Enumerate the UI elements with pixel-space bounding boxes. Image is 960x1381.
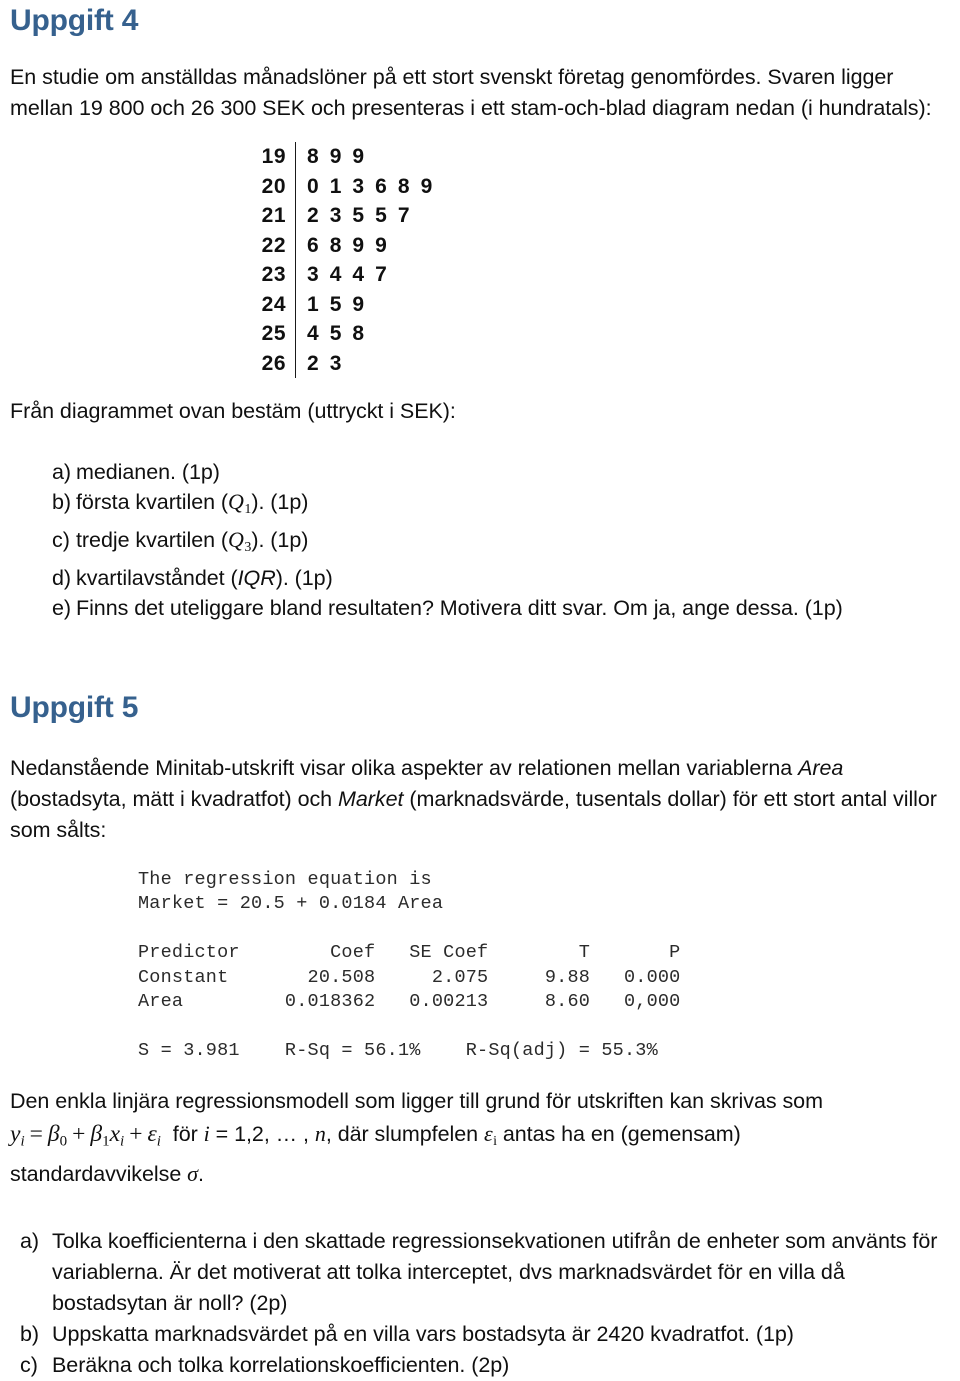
intro-part-1: Nedanstående Minitab-utskrift visar olik…: [10, 755, 799, 780]
question-marker: a): [52, 460, 72, 484]
leaf-values: 3 4 4 7: [307, 263, 390, 286]
task-4-question-list: a) medianen. (1p) b) första kvartilen (Q1).…: [10, 457, 948, 623]
leaf-values: 2 3: [307, 351, 344, 375]
stem-value: 23: [261, 263, 286, 286]
leaf-values: 0 1 3 6 8 9: [307, 174, 435, 198]
document-page: Uppgift 4 En studie om anställdas månads…: [0, 0, 960, 1378]
question-text: tredje kvartilen (Q3). (1p): [76, 526, 309, 555]
question-text: Tolka koefficienterna i den skattade reg…: [52, 1229, 938, 1316]
task-5-heading: Uppgift 5: [10, 690, 139, 724]
task-4-prompt: Från diagrammet ovan bestäm (uttryckt i …: [10, 399, 456, 423]
stem-leaf-row: 19 8 9 9: [10, 142, 948, 172]
question-item: c) tredje kvartilen (Q3). (1p): [10, 525, 948, 563]
task-5-question-list: a) Tolka koefficienterna i den skattade r…: [10, 1226, 948, 1381]
question-item: b) första kvartilen (Q1). (1p): [10, 487, 948, 525]
stem-leaf-row: 22 6 8 9 9: [10, 230, 948, 260]
question-marker: e): [52, 595, 72, 620]
question-text: Uppskatta marknadsvärdet på en villa var…: [52, 1322, 794, 1347]
stem-leaf-row: 20 0 1 3 6 8 9: [10, 171, 948, 201]
question-marker: c): [20, 1353, 38, 1378]
minitab-regression-output: The regression equation is Market = 20.5…: [138, 868, 681, 1062]
leaf-values: 2 3 5 5 7: [307, 204, 413, 227]
stem-leaf-row: 26 2 3: [10, 348, 948, 378]
question-item: c) Beräkna och tolka korrelationskoeffici…: [10, 1350, 948, 1381]
task-5-intro-paragraph: Nedanstående Minitab-utskrift visar olik…: [10, 753, 948, 846]
leaf-values: 6 8 9 9: [307, 233, 390, 257]
stem-value: 20: [261, 174, 286, 198]
regression-model-formula: yi = β0 + β1xi + εi: [10, 1120, 161, 1150]
variable-area-name: Area: [798, 755, 844, 780]
task-4-heading: Uppgift 4: [10, 4, 139, 37]
task-4-intro-paragraph: En studie om anställdas månadslöner på e…: [10, 65, 932, 120]
model-description-lead: Den enkla linjära regressionsmodell som …: [10, 1088, 823, 1113]
sigma-symbol: σ: [187, 1161, 198, 1187]
question-item: d) kvartilavståndet (IQR). (1p): [10, 563, 948, 593]
stem-value: 21: [261, 204, 286, 227]
question-text: kvartilavståndet (IQR). (1p): [76, 565, 333, 590]
intro-part-2: (bostadsyta, mätt i kvadratfot) och: [10, 786, 339, 811]
stem-value: 26: [261, 351, 286, 375]
stem-leaf-row: 23 3 4 4 7: [10, 260, 948, 290]
question-text: Beräkna och tolka korrelationskoefficien…: [52, 1353, 510, 1378]
question-marker: d): [52, 565, 72, 590]
question-marker: b): [52, 490, 72, 514]
question-text: första kvartilen (Q1). (1p): [76, 489, 309, 517]
leaf-values: 4 5 8: [307, 322, 367, 345]
stem-leaf-row: 25 4 5 8: [10, 319, 948, 349]
stem-value: 25: [261, 322, 286, 345]
stem-value: 22: [261, 233, 286, 257]
model-description-tail: standardavvikelse σ.: [10, 1161, 204, 1187]
question-item: a) medianen. (1p): [10, 457, 948, 487]
question-item: b) Uppskatta marknadsvärdet på en villa v…: [10, 1319, 948, 1350]
question-marker: c): [52, 527, 70, 552]
stem-leaf-row: 21 2 3 5 5 7: [10, 201, 948, 231]
question-item: a) Tolka koefficienterna i den skattade r…: [10, 1226, 948, 1319]
stem-value: 24: [261, 292, 286, 316]
question-text: medianen. (1p): [76, 460, 220, 484]
leaf-values: 1 5 9: [307, 292, 367, 316]
stem-and-leaf-diagram: 19 8 9 9 20 0 1 3 6 8 9 21 2 3 5 5 7 22 6 8 9 9…: [10, 142, 948, 378]
formula-condition-text: för i = 1,2, … , n, där slumpfelen εi an…: [166, 1120, 741, 1149]
question-item: e) Finns det uteliggare bland resultaten?…: [10, 593, 948, 623]
question-text: Finns det uteliggare bland resultaten? M…: [76, 595, 843, 620]
leaf-values: 8 9 9: [307, 145, 367, 168]
question-marker: a): [20, 1229, 40, 1254]
stem-value: 19: [261, 145, 286, 168]
variable-market-name: Market: [338, 786, 404, 811]
question-marker: b): [20, 1322, 40, 1347]
regression-model-formula-line: yi = β0 + β1xi + εi för i = 1,2, … , n, där sl…: [10, 1117, 948, 1159]
stem-leaf-row: 24 1 5 9: [10, 289, 948, 319]
